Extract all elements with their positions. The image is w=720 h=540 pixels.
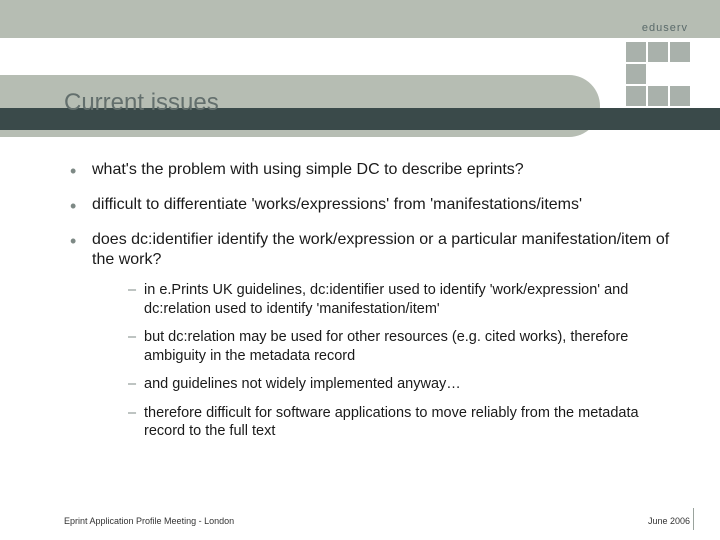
- sub-bullet-text: in e.Prints UK guidelines, dc:identifier…: [144, 282, 628, 317]
- bullet-text: difficult to differentiate 'works/expres…: [92, 196, 582, 213]
- list-item: difficult to differentiate 'works/expres…: [70, 195, 670, 216]
- slide-title: Current issues: [0, 75, 600, 117]
- list-item: what's the problem with using simple DC …: [70, 160, 670, 181]
- list-item: but dc:relation may be used for other re…: [128, 328, 670, 365]
- bullet-text: does dc:identifier identify the work/exp…: [92, 231, 669, 269]
- bullet-list: what's the problem with using simple DC …: [70, 160, 670, 441]
- footer-rule: [693, 508, 694, 530]
- brand-text: eduserv: [642, 22, 688, 34]
- sub-bullet-text: but dc:relation may be used for other re…: [144, 329, 628, 364]
- sub-bullet-text: and guidelines not widely implemented an…: [144, 376, 461, 392]
- footer-left: Eprint Application Profile Meeting - Lon…: [64, 516, 234, 526]
- bullet-text: what's the problem with using simple DC …: [92, 161, 524, 178]
- top-band: [0, 0, 720, 38]
- list-item: in e.Prints UK guidelines, dc:identifier…: [128, 281, 670, 318]
- content-area: what's the problem with using simple DC …: [70, 160, 670, 455]
- slide: eduserv Current issues what's the proble…: [0, 0, 720, 540]
- footer-right: June 2006: [648, 516, 690, 526]
- list-item: and guidelines not widely implemented an…: [128, 375, 670, 394]
- list-item: does dc:identifier identify the work/exp…: [70, 230, 670, 441]
- sub-bullet-text: therefore difficult for software applica…: [144, 405, 639, 440]
- list-item: therefore difficult for software applica…: [128, 404, 670, 441]
- sub-bullet-list: in e.Prints UK guidelines, dc:identifier…: [128, 281, 670, 441]
